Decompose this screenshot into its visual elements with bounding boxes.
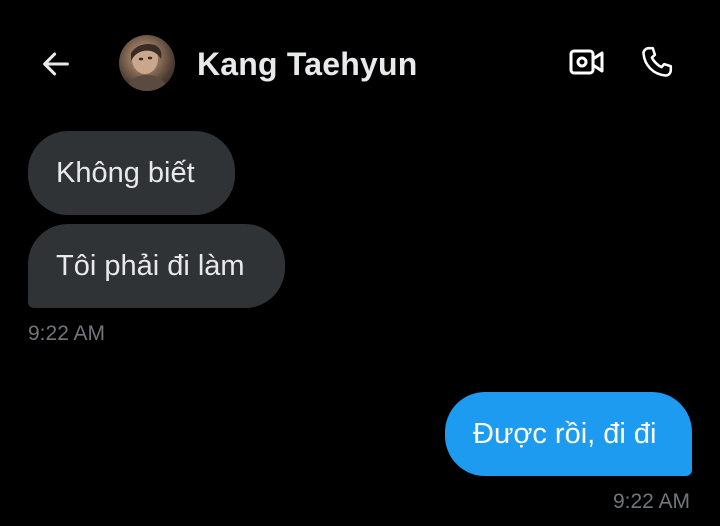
- contact-name[interactable]: Kang Taehyun: [197, 44, 418, 84]
- received-message-bubble[interactable]: Tôi phải đi làm: [28, 224, 285, 308]
- received-message-bubble[interactable]: Không biết: [28, 131, 235, 215]
- message-text: Tôi phải đi làm: [56, 250, 245, 282]
- back-arrow-icon: [43, 52, 69, 76]
- message-timestamp: 9:22 AM: [28, 322, 106, 345]
- video-camera-icon: [569, 49, 604, 75]
- avatar[interactable]: [119, 35, 175, 91]
- sent-message-bubble[interactable]: Được rồi, đi đi: [445, 392, 692, 476]
- profile-photo-icon: [125, 44, 169, 91]
- phone-icon: [642, 46, 673, 77]
- video-call-button[interactable]: [565, 42, 609, 82]
- message-text: Không biết: [56, 157, 195, 189]
- back-button[interactable]: [36, 44, 76, 84]
- conversation-header: Kang Taehyun: [0, 0, 720, 128]
- voice-call-button[interactable]: [635, 42, 679, 82]
- message-text: Được rồi, đi đi: [473, 418, 657, 450]
- message-timestamp: 9:22 AM: [612, 490, 690, 513]
